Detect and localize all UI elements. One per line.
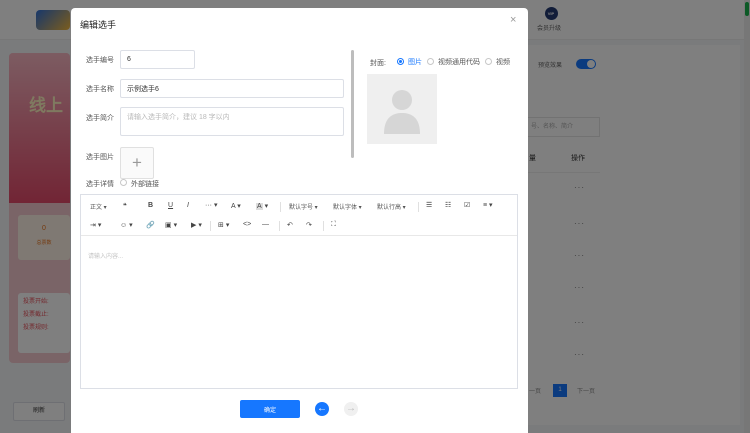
divider-icon[interactable]: — — [262, 221, 269, 228]
toolbar-separator — [280, 202, 281, 212]
prev-arrow-icon[interactable]: ← — [315, 402, 329, 416]
editor-toolbar: 正文 ▾ ❝ B U I ··· ▾ A ▾ A ▾ 默认字号 ▾ 默认字体 ▾… — [81, 195, 517, 236]
cover-label: 封面: — [370, 60, 386, 67]
underline-icon[interactable]: U — [168, 202, 173, 209]
undo-icon[interactable]: ↶ — [287, 221, 293, 229]
indent-glyph: ⇥ — [90, 222, 96, 229]
bg-color-icon[interactable]: A ▾ — [256, 202, 268, 210]
image-icon[interactable]: ▣ ▾ — [165, 221, 177, 229]
todo-list-icon[interactable]: ☑ — [464, 201, 470, 209]
paragraph-label: 正文 — [90, 205, 103, 211]
table-glyph: ⊞ — [218, 222, 224, 229]
emoji-icon[interactable]: ☺ ▾ — [120, 221, 133, 229]
number-label: 选手编号 — [86, 57, 114, 64]
details-label: 选手详情 — [86, 181, 114, 188]
cover-option-video-radio[interactable] — [485, 58, 492, 65]
redo-icon[interactable]: ↷ — [306, 221, 312, 229]
toolbar-separator — [323, 221, 324, 231]
image-glyph: ▣ — [165, 222, 172, 229]
video-glyph: ▶ — [191, 222, 197, 229]
quote-icon[interactable]: ❝ — [123, 202, 127, 210]
font-family-label: 默认字体 — [333, 205, 358, 211]
video-icon[interactable]: ▶ ▾ — [191, 221, 202, 229]
table-icon[interactable]: ⊞ ▾ — [218, 221, 229, 229]
external-link-label: 外部链接 — [131, 181, 159, 188]
code-icon[interactable]: <> — [243, 221, 251, 228]
modal-title: 编辑选手 — [80, 20, 117, 30]
rich-text-editor: 正文 ▾ ❝ B U I ··· ▾ A ▾ A ▾ 默认字号 ▾ 默认字体 ▾… — [80, 194, 518, 389]
image-upload-button[interactable]: + — [120, 147, 154, 179]
next-arrow-icon[interactable]: → — [344, 402, 358, 416]
font-size-label: 默认字号 — [289, 205, 314, 211]
more-format-icon[interactable]: ··· ▾ — [205, 201, 217, 209]
intro-textarea[interactable] — [120, 107, 344, 136]
image-label: 选手图片 — [86, 154, 114, 161]
align-glyph: ≡ — [483, 202, 488, 209]
number-input[interactable] — [120, 50, 195, 69]
line-height-select[interactable]: 默认行高 ▾ — [377, 202, 406, 211]
line-height-label: 默认行高 — [377, 205, 402, 211]
font-family-select[interactable]: 默认字体 ▾ — [333, 202, 362, 211]
cover-option-embed[interactable]: 视频通用代码 — [438, 57, 480, 67]
form-scrollbar[interactable] — [351, 50, 354, 158]
font-color-icon[interactable]: A ▾ — [231, 202, 241, 210]
bg-color-glyph: A — [256, 203, 263, 210]
cover-option-video[interactable]: 视频 — [496, 57, 510, 67]
cover-option-embed-radio[interactable] — [427, 58, 434, 65]
intro-label: 选手简介 — [86, 115, 114, 122]
avatar-placeholder-icon — [367, 74, 437, 144]
emoji-glyph: ☺ — [120, 222, 128, 229]
cover-placeholder-image[interactable] — [367, 74, 437, 144]
edit-contestant-modal: 编辑选手 × 选手编号 选手名称 选手简介 选手图片 + 选手详情 外部链接 封… — [71, 8, 528, 433]
more-icon: ··· — [205, 202, 212, 209]
link-icon[interactable]: 🔗 — [146, 221, 155, 229]
editor-content-area[interactable]: 请输入内容... — [81, 237, 517, 388]
plus-icon: + — [132, 153, 142, 172]
toolbar-separator — [210, 221, 211, 231]
fullscreen-icon[interactable]: ⛶ — [331, 221, 336, 229]
external-link-radio[interactable] — [120, 179, 127, 186]
italic-icon[interactable]: I — [187, 202, 189, 209]
align-icon[interactable]: ≡ ▾ — [483, 201, 493, 209]
indent-icon[interactable]: ⇥ ▾ — [90, 221, 101, 229]
toolbar-separator — [279, 221, 280, 231]
confirm-button[interactable]: 确定 — [240, 400, 300, 418]
bold-icon[interactable]: B — [148, 202, 153, 209]
bullet-list-icon[interactable]: ☰ — [426, 201, 432, 209]
cover-option-image[interactable]: 图片 — [408, 57, 422, 67]
font-color-glyph: A — [231, 203, 236, 210]
cover-option-image-radio[interactable] — [397, 58, 404, 65]
font-size-select[interactable]: 默认字号 ▾ — [289, 202, 318, 211]
numbered-list-icon[interactable]: ☷ — [445, 201, 451, 209]
paragraph-select[interactable]: 正文 ▾ — [90, 202, 107, 211]
close-icon[interactable]: × — [510, 14, 516, 26]
editor-placeholder: 请输入内容... — [88, 254, 124, 260]
name-label: 选手名称 — [86, 86, 114, 93]
name-input[interactable] — [120, 79, 344, 98]
toolbar-separator — [418, 202, 419, 212]
